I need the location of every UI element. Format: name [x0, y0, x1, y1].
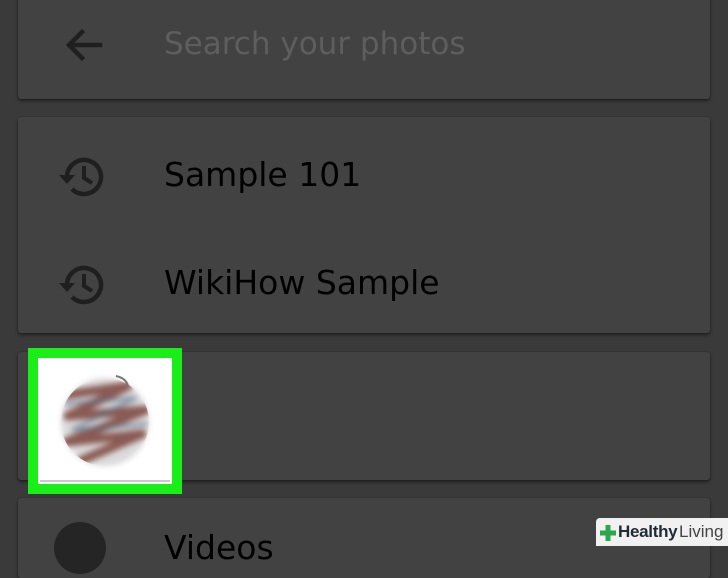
arrow-back-icon[interactable] [62, 23, 106, 67]
watermark-brand: Healthy [618, 522, 678, 541]
videos-label: Videos [164, 528, 274, 567]
history-icon [56, 151, 108, 203]
search-input[interactable] [164, 18, 684, 70]
recent-search-label: Sample 101 [164, 155, 362, 194]
search-bar [18, 0, 710, 99]
watermark: Healthy Living [596, 518, 728, 546]
divider [40, 480, 170, 482]
watermark-brand-suffix: Living [679, 522, 724, 541]
recent-search-item[interactable]: WikiHow Sample [18, 229, 710, 329]
recent-search-item[interactable]: Sample 101 [18, 121, 710, 221]
plus-cross-icon [599, 523, 617, 551]
history-icon [56, 259, 108, 311]
recent-search-label: WikiHow Sample [164, 263, 440, 302]
face-thumbnail[interactable] [28, 348, 182, 494]
recent-searches-list: Sample 101 WikiHow Sample [18, 117, 710, 333]
video-play-icon [54, 522, 106, 574]
